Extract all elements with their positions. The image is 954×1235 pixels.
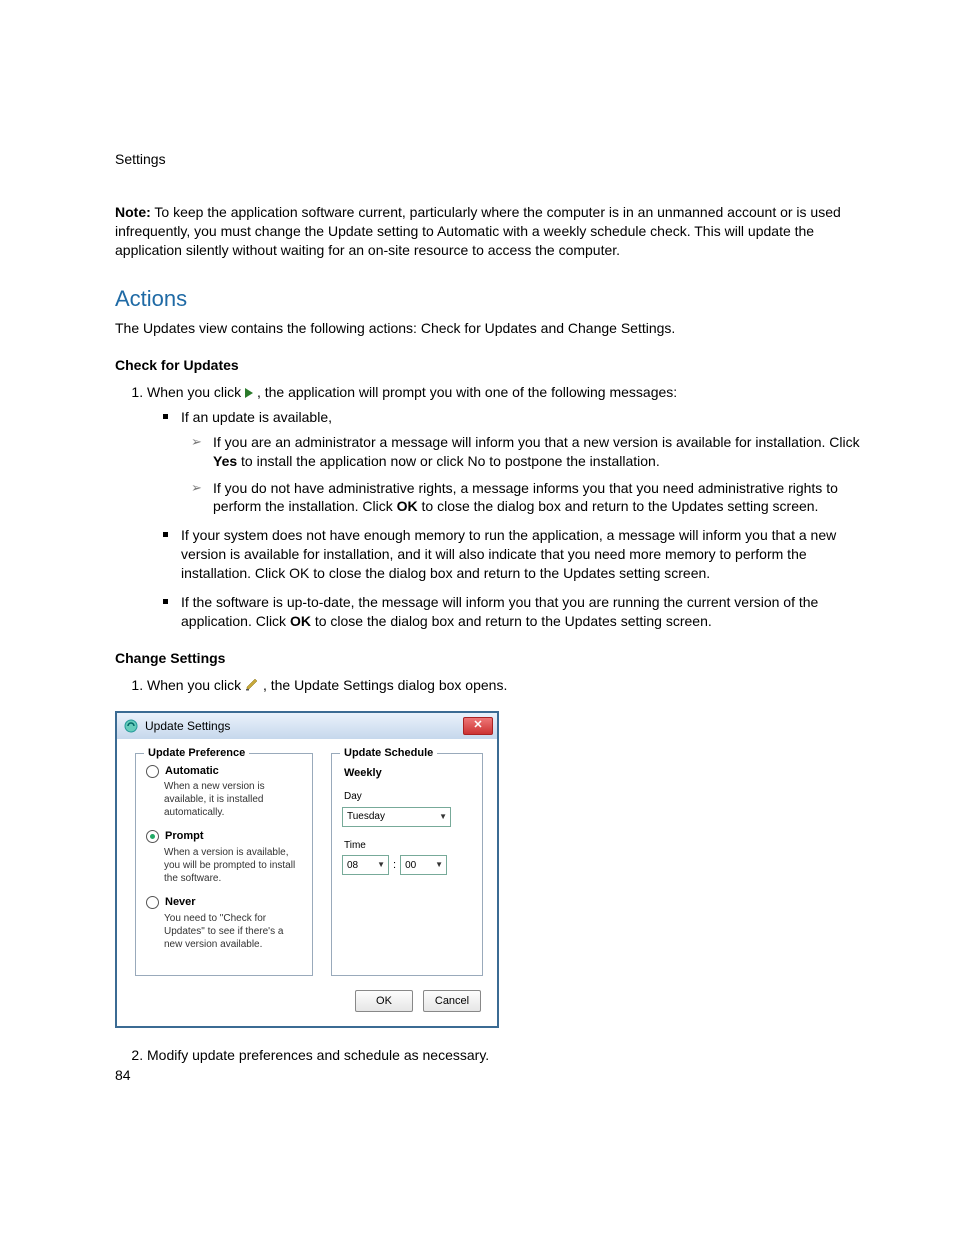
time-colon: : [393,858,396,873]
bullet-update-available: If an update is available, If you are an… [181,408,864,516]
note-paragraph: Note: To keep the application software c… [115,203,864,260]
sub-bullet-no-admin: If you do not have administrative rights… [213,479,864,517]
radio-prompt[interactable] [146,830,159,843]
close-button[interactable]: ✕ [463,717,493,735]
sub1a-bold: Yes [213,453,237,469]
sub-bullet-admin: If you are an administrator a message wi… [213,433,864,471]
bul3-post: to close the dialog box and return to th… [311,613,712,629]
update-preference-group: Update Preference Automatic When a new v… [135,753,313,977]
chevron-down-icon: ▼ [435,860,443,871]
ok-button[interactable]: OK [355,990,413,1012]
day-dropdown[interactable]: Tuesday ▼ [342,807,451,827]
change-step-1-pre: When you click [147,677,245,693]
bullet-memory: If your system does not have enough memo… [181,526,864,583]
play-icon [245,384,257,400]
note-text: To keep the application software current… [115,204,841,258]
day-dropdown-value: Tuesday [347,810,385,824]
radio-item-prompt: Prompt When a version is available, you … [146,829,302,885]
dialog-title: Update Settings [145,718,463,734]
change-settings-title: Change Settings [115,649,864,668]
close-icon: ✕ [473,720,482,731]
note-label: Note: [115,204,151,220]
bul3-bold: OK [290,613,311,629]
bullet-update-available-text: If an update is available, [181,409,332,425]
actions-heading: Actions [115,284,864,314]
radio-automatic-label: Automatic [165,764,219,779]
page-number: 84 [115,1066,131,1085]
radio-never-desc: You need to "Check for Updates" to see i… [164,912,302,951]
change-step-2: Modify update preferences and schedule a… [147,1046,864,1065]
section-label: Settings [115,150,864,169]
check-updates-title: Check for Updates [115,356,864,375]
dialog-titlebar[interactable]: Update Settings ✕ [117,713,497,739]
check-step-1: When you click , the application will pr… [147,383,864,631]
day-label: Day [344,790,472,804]
sub1b-post: to close the dialog box and return to th… [418,498,819,514]
radio-automatic-desc: When a new version is available, it is i… [164,780,302,819]
minute-value: 00 [405,859,416,873]
hour-value: 08 [347,859,358,873]
check-step-1-pre: When you click [147,384,245,400]
cancel-button[interactable]: Cancel [423,990,481,1012]
sub1b-bold: OK [397,498,418,514]
radio-automatic[interactable] [146,765,159,778]
update-preference-legend: Update Preference [144,746,249,761]
radio-item-never: Never You need to "Check for Updates" to… [146,895,302,951]
radio-item-automatic: Automatic When a new version is availabl… [146,764,302,820]
update-schedule-legend: Update Schedule [340,746,437,761]
actions-intro: The Updates view contains the following … [115,319,864,338]
app-icon [123,718,139,734]
hour-dropdown[interactable]: 08 ▼ [342,855,389,875]
time-label: Time [344,839,472,853]
pencil-icon [245,677,263,693]
update-settings-dialog: Update Settings ✕ Update Preference Auto… [115,711,499,1029]
radio-never[interactable] [146,896,159,909]
radio-prompt-label: Prompt [165,829,204,844]
radio-never-label: Never [165,895,196,910]
schedule-weekly: Weekly [344,766,472,781]
chevron-down-icon: ▼ [439,812,447,823]
sub1a-post: to install the application now or click … [237,453,660,469]
radio-prompt-desc: When a version is available, you will be… [164,846,302,885]
sub1a-pre: If you are an administrator a message wi… [213,434,860,450]
check-step-1-post: , the application will prompt you with o… [257,384,677,400]
change-step-1: When you click , the Update Settings dia… [147,676,864,695]
chevron-down-icon: ▼ [377,860,385,871]
minute-dropdown[interactable]: 00 ▼ [400,855,447,875]
update-schedule-group: Update Schedule Weekly Day Tuesday ▼ Tim… [331,753,483,977]
change-step-1-post: , the Update Settings dialog box opens. [263,677,507,693]
bullet-uptodate: If the software is up-to-date, the messa… [181,593,864,631]
